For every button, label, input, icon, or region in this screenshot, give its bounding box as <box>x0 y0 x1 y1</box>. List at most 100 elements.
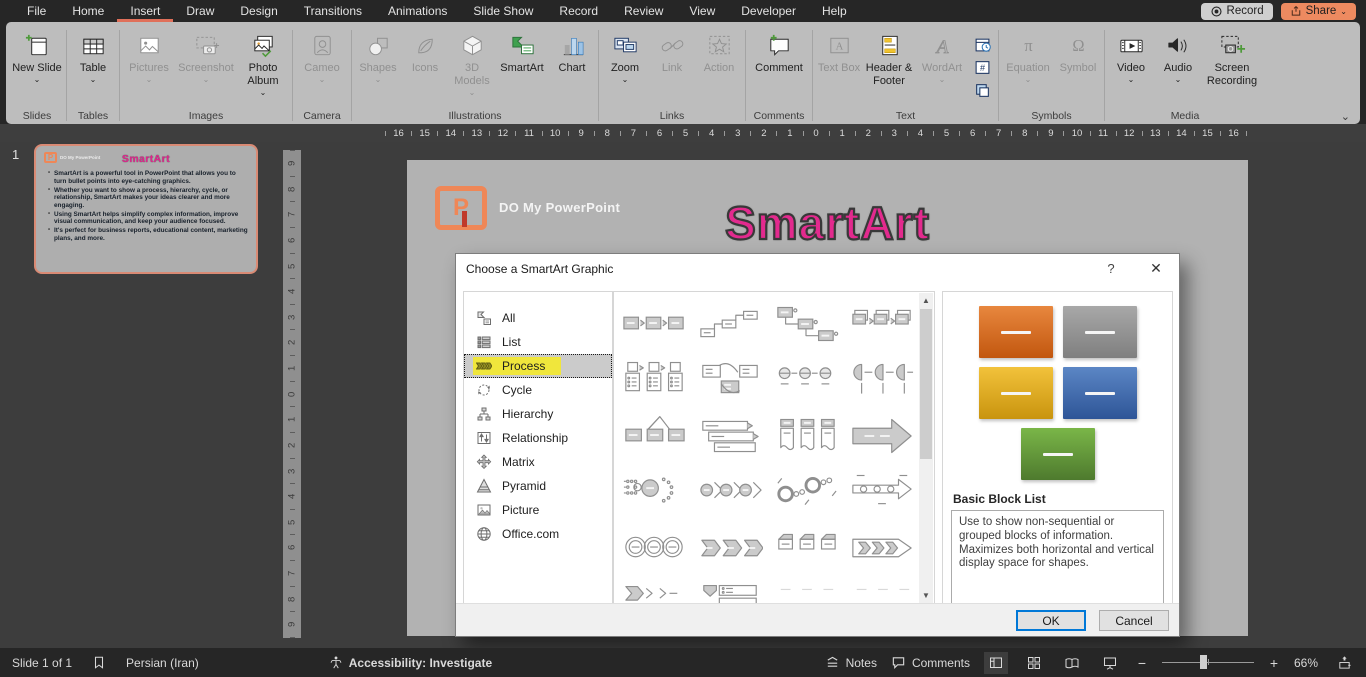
view-slideshow-button[interactable] <box>1098 652 1122 674</box>
menu-item-developer[interactable]: Developer <box>728 0 809 22</box>
layout-thumbnail-proc-ringsdiag[interactable] <box>768 464 844 520</box>
ruler-tick <box>290 381 295 382</box>
cancel-button[interactable]: Cancel <box>1099 610 1169 631</box>
dialog-titlebar[interactable]: Choose a SmartArt Graphic <box>456 254 1179 284</box>
layout-thumbnail-proc-chevpill[interactable] <box>844 520 920 576</box>
video-button[interactable]: Video⌄ <box>1108 28 1154 104</box>
layout-thumbnail-proc-altflow[interactable] <box>692 352 768 408</box>
comment-button[interactable]: Comment <box>749 28 809 104</box>
layout-thumbnail-proc-vert[interactable] <box>768 408 844 464</box>
menu-item-slide-show[interactable]: Slide Show <box>460 0 546 22</box>
globe-icon <box>476 526 492 542</box>
gallery-scrollbar[interactable]: ▲ ▼ <box>919 293 933 603</box>
menu-item-home[interactable]: Home <box>59 0 117 22</box>
photo-album-button[interactable]: Photo Album⌄ <box>237 28 289 104</box>
zoom-button[interactable]: Zoom⌄ <box>602 28 648 104</box>
layout-thumbnail-proc-accent[interactable] <box>844 296 920 352</box>
category-item-all[interactable]: All <box>464 306 612 330</box>
menu-item-design[interactable]: Design <box>227 0 290 22</box>
menu-item-draw[interactable]: Draw <box>173 0 227 22</box>
proofing-button[interactable] <box>92 655 106 670</box>
scroll-down-icon[interactable]: ▼ <box>919 588 933 603</box>
layout-thumbnail-proc-radial[interactable] <box>616 464 692 520</box>
menu-item-insert[interactable]: Insert <box>117 0 173 22</box>
ribbon-group-media: Video⌄Audio⌄Screen RecordingMedia <box>1105 24 1265 124</box>
layout-thumbnail-proc-circdash[interactable] <box>768 352 844 408</box>
table-button[interactable]: Table⌄ <box>70 28 116 104</box>
dialog-close-button[interactable]: ✕ <box>1147 260 1165 277</box>
layout-thumbnail-proc-funnel[interactable] <box>692 576 768 605</box>
language-button[interactable]: Persian (Iran) <box>126 656 199 670</box>
category-item-office-com[interactable]: Office.com <box>464 522 612 546</box>
category-item-pyramid[interactable]: Pyramid <box>464 474 612 498</box>
layout-thumbnail-proc-stepdown[interactable] <box>768 296 844 352</box>
dialog-help-button[interactable]: ? <box>1103 261 1119 276</box>
vertical-ruler[interactable]: 9876543210123456789 <box>283 150 301 638</box>
category-item-hierarchy[interactable]: Hierarchy <box>464 402 612 426</box>
comments-button[interactable]: Comments <box>891 655 970 670</box>
category-item-cycle[interactable]: Cycle <box>464 378 612 402</box>
ruler-number: 10 <box>543 128 568 139</box>
layout-thumbnail-proc-timeline[interactable] <box>844 464 920 520</box>
category-item-picture[interactable]: Picture <box>464 498 612 522</box>
menu-item-review[interactable]: Review <box>611 0 676 22</box>
layout-thumbnail-proc-faint[interactable] <box>768 576 844 605</box>
screen-recording-button[interactable]: Screen Recording <box>1202 28 1262 104</box>
view-reading-button[interactable] <box>1060 652 1084 674</box>
layout-thumbnail-proc-chevsmall[interactable] <box>616 576 692 605</box>
new-slide-button[interactable]: New Slide⌄ <box>11 28 63 104</box>
menu-item-help[interactable]: Help <box>809 0 860 22</box>
scrollbar-thumb[interactable] <box>920 309 932 459</box>
horizontal-ruler[interactable]: 1615141312111098765432101234567891011121… <box>385 124 1247 142</box>
audio-button[interactable]: Audio⌄ <box>1155 28 1201 104</box>
layout-thumbnail-proc-stepup[interactable] <box>692 296 768 352</box>
category-item-matrix[interactable]: Matrix <box>464 450 612 474</box>
fit-to-window-button[interactable] <box>1332 652 1356 674</box>
group-label-images: Images <box>189 107 223 124</box>
layout-thumbnail-proc-chevboxes[interactable] <box>768 520 844 576</box>
slide-thumbnail[interactable]: P DO My PowerPoint SmartArt SmartArt is … <box>34 144 258 274</box>
header-footer-button[interactable]: Header & Footer <box>863 28 915 104</box>
zoom-slider-thumb[interactable] <box>1200 655 1207 669</box>
record-button[interactable]: Record <box>1201 3 1273 20</box>
share-button[interactable]: Share ⌄ <box>1281 3 1356 20</box>
notes-button[interactable]: Notes <box>825 655 877 670</box>
layout-thumbnail-proc-half[interactable] <box>844 352 920 408</box>
menu-item-view[interactable]: View <box>676 0 728 22</box>
ruler-number: 8 <box>280 186 305 191</box>
category-item-process[interactable]: Process <box>464 354 612 378</box>
view-normal-button[interactable] <box>984 652 1008 674</box>
layout-thumbnail-proc-faint[interactable] <box>844 576 920 605</box>
chevron-down-icon: ⌄ <box>1128 77 1135 83</box>
menu-item-record[interactable]: Record <box>546 0 611 22</box>
zoom-slider[interactable] <box>1162 662 1254 663</box>
layout-thumbnail-proc-bigarrow[interactable] <box>844 408 920 464</box>
accessibility-button[interactable]: Accessibility: Investigate <box>329 655 492 670</box>
layout-thumbnail-proc-arrowcircles[interactable] <box>692 464 768 520</box>
layout-thumbnail-proc-pennant[interactable] <box>616 408 692 464</box>
zoom-out-button[interactable]: − <box>1136 655 1148 671</box>
category-item-list[interactable]: List <box>464 330 612 354</box>
menu-item-animations[interactable]: Animations <box>375 0 460 22</box>
menu-item-file[interactable]: File <box>14 0 59 22</box>
slide-number-button[interactable]: # <box>972 57 992 77</box>
zoom-in-button[interactable]: + <box>1268 655 1280 671</box>
date-time-button[interactable] <box>972 34 992 54</box>
layout-thumbnail-proc-piclist[interactable] <box>616 352 692 408</box>
smartart-button[interactable]: SmartArt <box>496 28 548 104</box>
layout-thumbnail-proc-chevrons[interactable] <box>692 520 768 576</box>
view-sorter-button[interactable] <box>1022 652 1046 674</box>
collapse-ribbon-icon[interactable]: ⌄ <box>1341 110 1350 123</box>
menu-item-transitions[interactable]: Transitions <box>291 0 375 22</box>
layout-thumbnail-proc-linkedrings[interactable] <box>616 520 692 576</box>
zoom-level[interactable]: 66% <box>1294 656 1318 670</box>
object-button[interactable] <box>972 80 992 100</box>
ok-button[interactable]: OK <box>1016 610 1086 631</box>
ruler-tick <box>290 201 295 202</box>
ruler-number: 6 <box>647 128 672 139</box>
scroll-up-icon[interactable]: ▲ <box>919 293 933 308</box>
layout-thumbnail-proc-detail[interactable] <box>692 408 768 464</box>
category-item-relationship[interactable]: Relationship <box>464 426 612 450</box>
chart-button[interactable]: Chart <box>549 28 595 104</box>
layout-thumbnail-proc-basic[interactable] <box>616 296 692 352</box>
